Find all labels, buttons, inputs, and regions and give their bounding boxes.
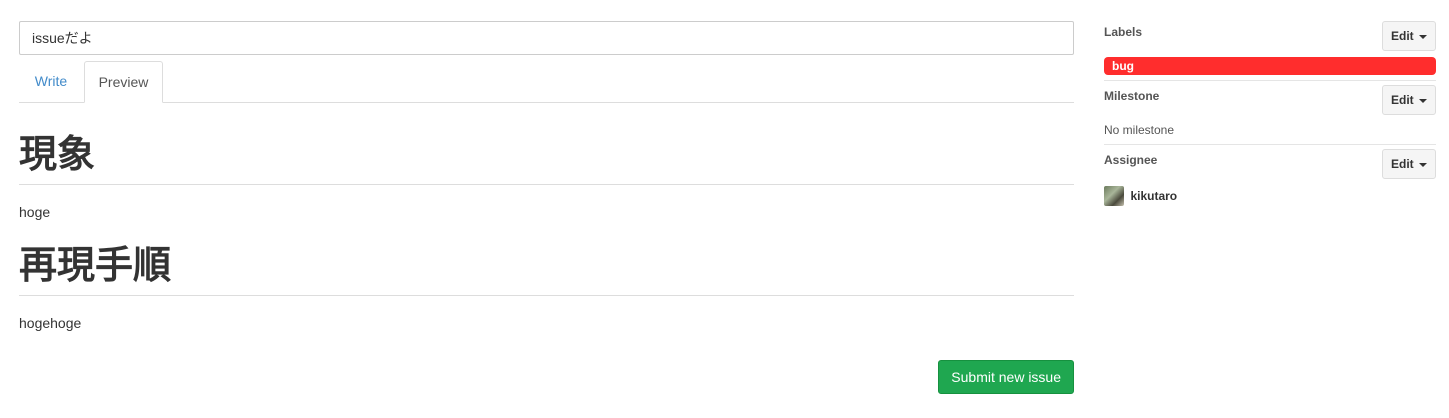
assignee-edit-button[interactable]: Edit	[1382, 149, 1436, 179]
submit-row: Submit new issue	[19, 360, 1074, 394]
tab-write[interactable]: Write	[19, 61, 83, 102]
avatar	[1104, 186, 1124, 206]
preview-paragraph-2: hogehoge	[19, 314, 82, 331]
milestone-section: Milestone Edit No milestone	[1104, 81, 1436, 145]
label-bug: bug	[1104, 57, 1436, 75]
submit-new-issue-button[interactable]: Submit new issue	[938, 360, 1074, 394]
milestone-value: No milestone	[1104, 123, 1175, 137]
assignee-edit-label: Edit	[1390, 157, 1414, 171]
issue-form: Write Preview 現象 hoge 再現手順 hogehoge	[19, 21, 1074, 335]
issue-sidebar: Labels Edit bug Milestone Edit No milest…	[1104, 21, 1436, 206]
labels-title: Labels	[1104, 25, 1143, 39]
labels-edit-button[interactable]: Edit	[1382, 21, 1436, 51]
tab-preview[interactable]: Preview	[84, 61, 163, 103]
milestone-edit-button[interactable]: Edit	[1382, 85, 1436, 115]
caret-down-icon	[1419, 34, 1427, 39]
preview-paragraph-1: hoge	[19, 203, 51, 220]
milestone-edit-label: Edit	[1390, 93, 1414, 107]
assignee-section: Assignee Edit kikutaro	[1104, 145, 1436, 206]
assignee-title: Assignee	[1104, 153, 1158, 167]
preview-pane: 現象 hoge 再現手順 hogehoge	[19, 134, 1074, 335]
caret-down-icon	[1419, 98, 1427, 103]
preview-heading-1: 現象	[19, 134, 1074, 185]
editor-tabs: Write Preview	[19, 61, 1074, 103]
labels-section: Labels Edit bug	[1104, 21, 1436, 81]
preview-heading-2: 再現手順	[19, 245, 1074, 296]
caret-down-icon	[1419, 162, 1427, 167]
assignee-item[interactable]: kikutaro	[1104, 186, 1177, 206]
assignee-name[interactable]: kikutaro	[1130, 189, 1177, 203]
labels-edit-label: Edit	[1390, 29, 1414, 43]
milestone-title: Milestone	[1104, 89, 1160, 103]
issue-title-input[interactable]	[19, 21, 1074, 55]
